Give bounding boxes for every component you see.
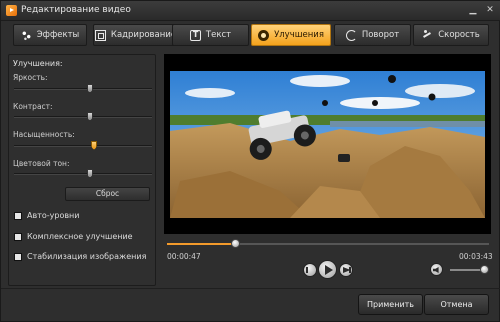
saturation-slider[interactable]	[14, 141, 152, 150]
tab-enhance[interactable]: Улучшения	[251, 24, 331, 46]
hue-slider[interactable]	[14, 169, 152, 178]
play-button[interactable]	[318, 260, 337, 279]
video-preview	[164, 54, 491, 234]
tab-text[interactable]: Текст	[172, 24, 249, 46]
volume-icon[interactable]	[430, 263, 443, 276]
timeline-progress	[167, 243, 235, 245]
slider-thumb[interactable]	[86, 84, 93, 93]
tab-label: Скорость	[438, 30, 480, 40]
reset-button[interactable]: Сброс	[65, 187, 150, 201]
video-editor-window: Редактирование видео ▁ ✕ Эффекты Кадриро…	[0, 0, 500, 322]
total-time: 00:03:43	[459, 252, 493, 261]
checkbox-box[interactable]	[14, 252, 22, 261]
window-title: Редактирование видео	[21, 5, 131, 15]
cancel-button[interactable]: Отмена	[424, 294, 489, 315]
checkbox-label: Стабилизация изображения	[27, 252, 147, 261]
tab-label: Кадрирование	[110, 30, 177, 40]
video-still-svg	[170, 71, 485, 218]
effects-icon	[20, 29, 32, 41]
video-frame-image	[170, 71, 485, 218]
timeline-slider[interactable]	[167, 239, 489, 248]
checkbox-label: Комплексное улучшение	[27, 232, 133, 241]
rotate-icon	[345, 29, 357, 41]
close-button[interactable]: ✕	[483, 4, 497, 17]
enhance-icon	[258, 29, 270, 41]
tab-rotate[interactable]: Поворот	[334, 24, 411, 46]
volume-thumb[interactable]	[480, 265, 490, 274]
brightness-label: Яркость:	[13, 73, 48, 82]
checkbox-box[interactable]	[14, 211, 22, 220]
title-bar: Редактирование видео ▁ ✕	[1, 1, 500, 21]
slider-thumb[interactable]	[86, 169, 93, 178]
editor-tabs: Эффекты Кадрирование Текст Улучшения Пов…	[13, 24, 489, 46]
tab-label: Улучшения	[274, 30, 324, 40]
speed-icon	[422, 29, 433, 41]
tab-label: Эффекты	[36, 30, 80, 40]
checkbox-label: Авто-уровни	[27, 211, 80, 220]
slider-thumb[interactable]	[91, 141, 98, 150]
timeline-thumb[interactable]	[230, 239, 240, 248]
tab-crop[interactable]: Кадрирование	[93, 24, 178, 46]
checkbox-box[interactable]	[14, 232, 22, 241]
footer-divider	[1, 288, 500, 289]
minimize-button[interactable]: ▁	[466, 4, 480, 17]
app-logo-icon	[6, 5, 17, 16]
enhance-title: Улучшения:	[13, 59, 63, 68]
next-button[interactable]	[339, 263, 353, 277]
tab-label: Поворот	[361, 30, 400, 40]
enhance-panel: Улучшения: Яркость: Контраст: Насыщеннос…	[8, 54, 156, 286]
text-icon	[189, 29, 201, 41]
crop-icon	[94, 29, 106, 41]
brightness-slider[interactable]	[14, 84, 152, 93]
stabilization-checkbox[interactable]: Стабилизация изображения	[14, 252, 146, 261]
complex-enhance-checkbox[interactable]: Комплексное улучшение	[14, 232, 133, 241]
auto-levels-checkbox[interactable]: Авто-уровни	[14, 211, 79, 220]
current-time: 00:00:47	[167, 252, 201, 261]
volume-slider[interactable]	[450, 265, 490, 274]
saturation-label: Насыщенность:	[13, 130, 75, 139]
contrast-slider[interactable]	[14, 112, 152, 121]
tab-effects[interactable]: Эффекты	[13, 24, 87, 46]
hue-label: Цветовой тон:	[13, 159, 70, 168]
tab-speed[interactable]: Скорость	[413, 24, 489, 46]
previous-button[interactable]	[303, 263, 317, 277]
tab-label: Текст	[205, 30, 232, 40]
apply-button[interactable]: Применить	[358, 294, 423, 315]
contrast-label: Контраст:	[13, 102, 53, 111]
slider-thumb[interactable]	[86, 112, 93, 121]
